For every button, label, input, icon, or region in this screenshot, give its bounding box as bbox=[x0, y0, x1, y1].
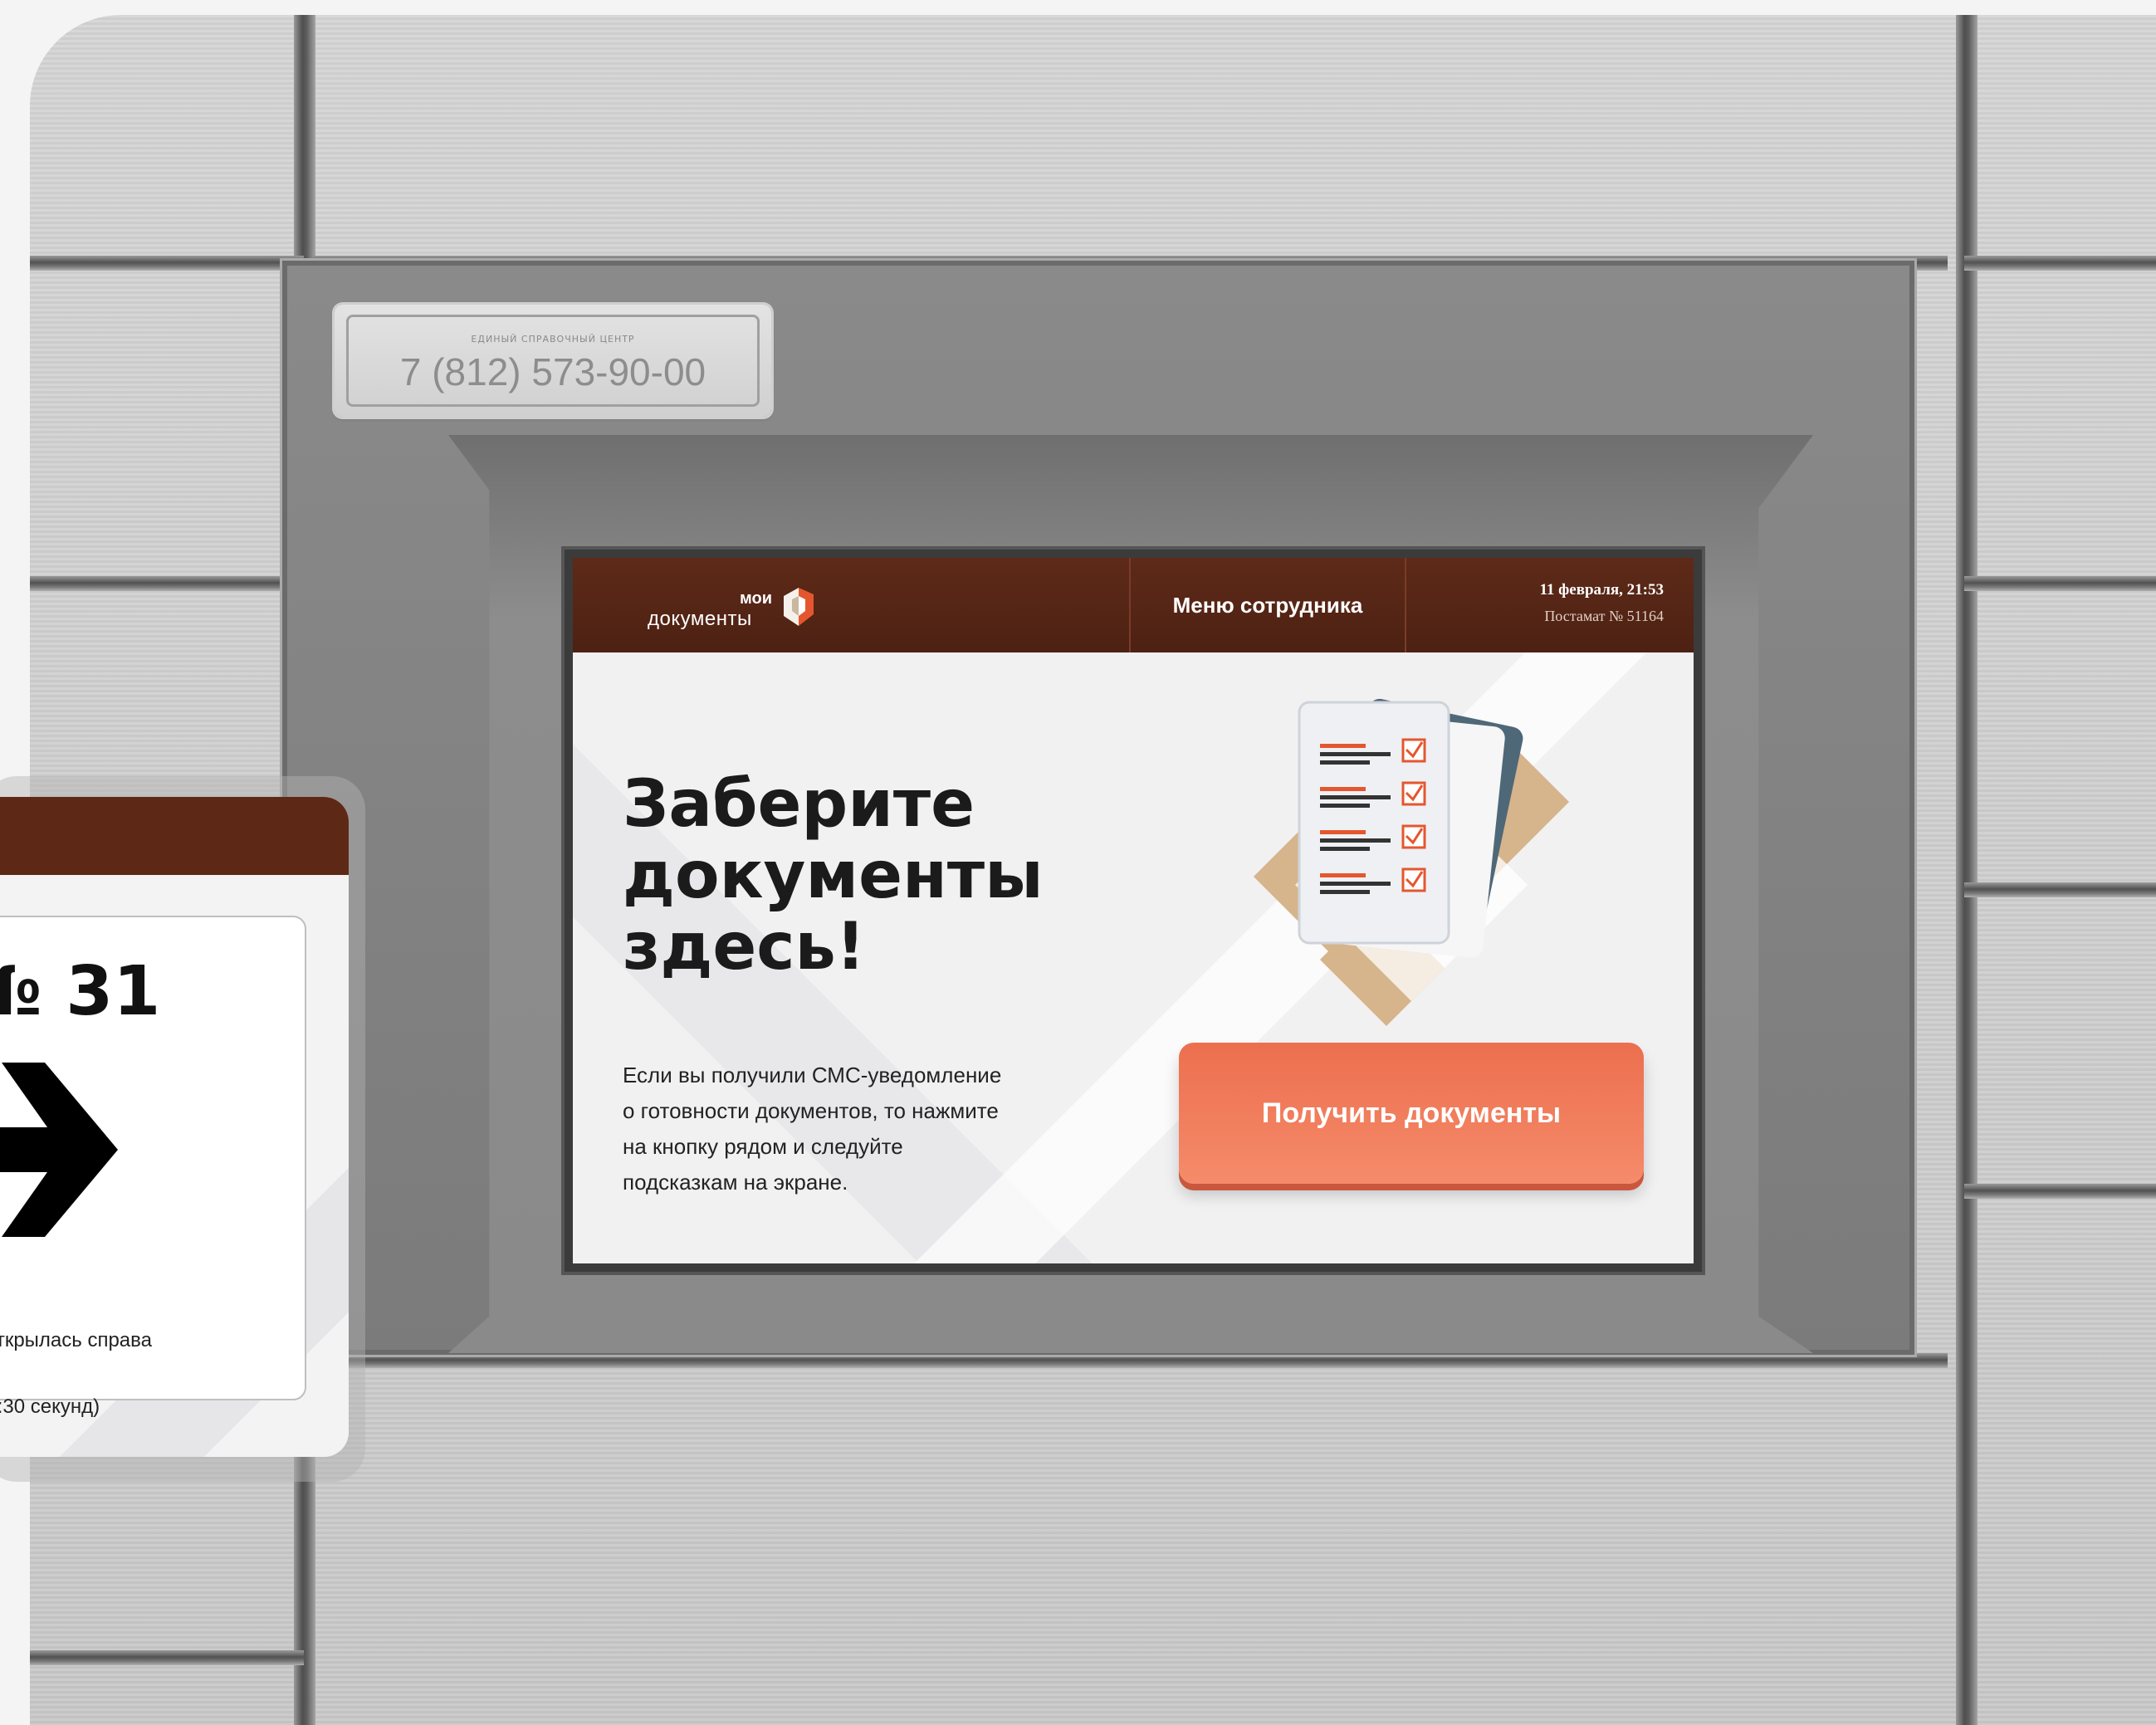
get-documents-button[interactable]: Получить документы bbox=[1179, 1043, 1644, 1184]
cell-info-card: № 31 а открылась справа (00:30 секунд) bbox=[0, 916, 306, 1418]
screen-header: мои документы Меню сотрудника 11 февраля… bbox=[573, 558, 1694, 652]
cell-instructions: а открылась справа (00:30 секунд) bbox=[0, 1291, 305, 1457]
logo-text-bottom: документы bbox=[648, 608, 752, 630]
helpline-phone: 7 (812) 573-90-00 bbox=[399, 350, 706, 393]
locker-seam bbox=[312, 1353, 1948, 1368]
locker-seam bbox=[1964, 882, 2156, 897]
header-info: 11 февраля, 21:53 Постамат № 51164 bbox=[1406, 581, 1664, 625]
cell-open-side-text: а открылась справа bbox=[0, 1329, 152, 1351]
locker-seam bbox=[1956, 15, 1978, 1725]
locker-seam bbox=[30, 1650, 304, 1665]
helpline-sticker: ЕДИНЫЙ СПРАВОЧНЫЙ ЦЕНТР 7 (812) 573-90-0… bbox=[335, 305, 771, 417]
moi-dokumenty-logo-icon bbox=[784, 588, 814, 626]
page-title: Заберите документы здесь! bbox=[623, 767, 1044, 985]
locker-seam bbox=[1964, 1184, 2156, 1199]
kiosk-screen: мои документы Меню сотрудника 11 февраля… bbox=[573, 558, 1694, 1263]
sticker-caption: ЕДИНЫЙ СПРАВОЧНЫЙ ЦЕНТР bbox=[471, 334, 635, 345]
staff-menu-button[interactable]: Меню сотрудника bbox=[1131, 558, 1405, 652]
documents-checklist-icon bbox=[1254, 698, 1569, 1026]
arrow-right-icon bbox=[0, 1063, 118, 1237]
datetime-label: 11 февраля, 21:53 bbox=[1539, 581, 1664, 599]
locker-seam bbox=[30, 576, 304, 591]
cell-number: № 31 bbox=[0, 952, 305, 1031]
locker-seam bbox=[30, 256, 304, 271]
brand-logo: мои документы bbox=[648, 586, 830, 636]
locker-seam bbox=[1964, 256, 2156, 271]
screen-body: Заберите документы здесь! Если вы получи… bbox=[573, 652, 1694, 1263]
locker-id-label: Постамат № 51164 bbox=[1544, 608, 1664, 624]
instructions-text: Если вы получили СМС-уведомление о готов… bbox=[623, 1063, 1002, 1195]
cell-opened-popup: № 31 а открылась справа (00:30 секунд) bbox=[0, 797, 349, 1457]
cell-number-text: № 31 bbox=[0, 952, 161, 1031]
logo-text-top: мои bbox=[739, 589, 772, 608]
popup-header bbox=[0, 797, 349, 875]
locker-seam bbox=[1964, 576, 2156, 591]
cell-timer-text: (00:30 секунд) bbox=[0, 1395, 100, 1418]
